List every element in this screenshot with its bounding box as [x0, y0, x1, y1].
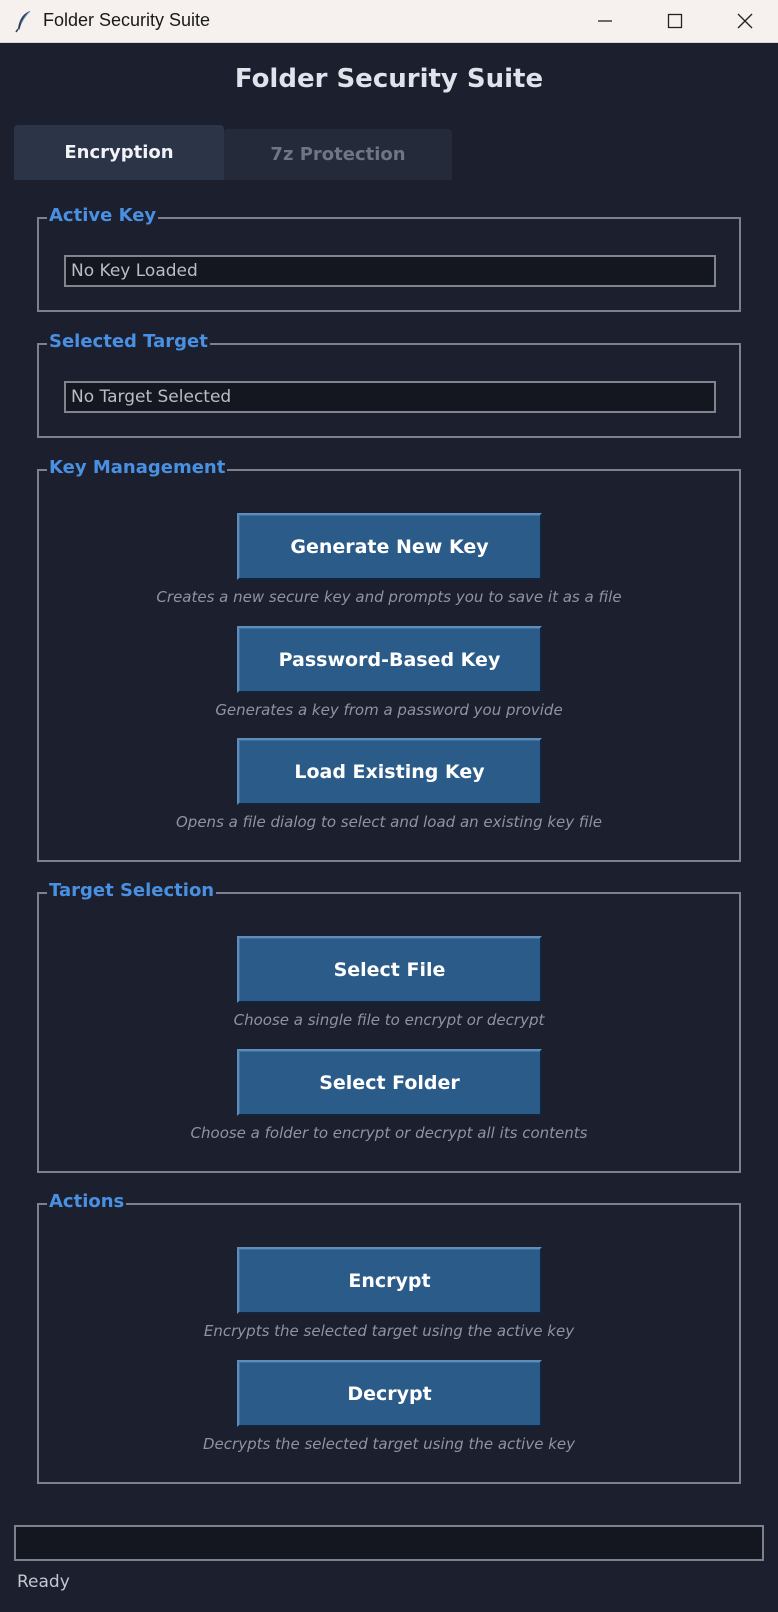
select-file-button[interactable]: Select File: [237, 936, 542, 1003]
password-based-key-hint: Generates a key from a password you prov…: [215, 701, 563, 719]
load-existing-key-hint: Opens a file dialog to select and load a…: [176, 813, 602, 831]
close-button[interactable]: [710, 0, 778, 42]
select-folder-button[interactable]: Select Folder: [237, 1049, 542, 1116]
encrypt-button[interactable]: Encrypt: [237, 1247, 542, 1314]
selected-target-group: Selected Target No Target Selected: [37, 330, 741, 438]
actions-group: Actions Encrypt Encrypts the selected ta…: [37, 1190, 741, 1484]
key-management-label: Key Management: [47, 456, 228, 480]
decrypt-hint: Decrypts the selected target using the a…: [203, 1435, 575, 1453]
progress-bar: [14, 1525, 764, 1561]
selected-target-label: Selected Target: [47, 330, 210, 354]
generate-new-key-button[interactable]: Generate New Key: [237, 513, 542, 580]
active-key-group: Active Key No Key Loaded: [37, 204, 741, 312]
maximize-icon: [667, 13, 683, 29]
active-key-label: Active Key: [47, 204, 159, 228]
app-heading: Folder Security Suite: [234, 64, 544, 94]
tab-7z-protection[interactable]: 7z Protection: [224, 129, 452, 180]
window-title: Folder Security Suite: [43, 10, 211, 30]
selected-target-field: No Target Selected: [64, 381, 716, 413]
feather-icon: [15, 10, 31, 33]
decrypt-button[interactable]: Decrypt: [237, 1360, 542, 1427]
minimize-icon: [598, 20, 612, 22]
active-key-field: No Key Loaded: [64, 255, 716, 287]
maximize-button[interactable]: [640, 0, 710, 42]
select-file-hint: Choose a single file to encrypt or decry…: [233, 1011, 545, 1029]
target-selection-group: Target Selection Select File Choose a si…: [37, 879, 741, 1173]
actions-label: Actions: [47, 1190, 127, 1214]
tab-encryption[interactable]: Encryption: [14, 125, 224, 180]
key-management-group: Key Management Generate New Key Creates …: [37, 456, 741, 862]
generate-new-key-hint: Creates a new secure key and prompts you…: [156, 588, 622, 606]
encrypt-hint: Encrypts the selected target using the a…: [203, 1322, 575, 1340]
status-text: Ready: [17, 1572, 70, 1592]
load-existing-key-button[interactable]: Load Existing Key: [237, 738, 542, 805]
password-based-key-button[interactable]: Password-Based Key: [237, 626, 542, 693]
window-titlebar: Folder Security Suite: [0, 0, 778, 43]
minimize-button[interactable]: [570, 0, 640, 42]
close-icon: [737, 13, 753, 29]
select-folder-hint: Choose a folder to encrypt or decrypt al…: [190, 1124, 588, 1142]
target-selection-label: Target Selection: [47, 879, 217, 903]
